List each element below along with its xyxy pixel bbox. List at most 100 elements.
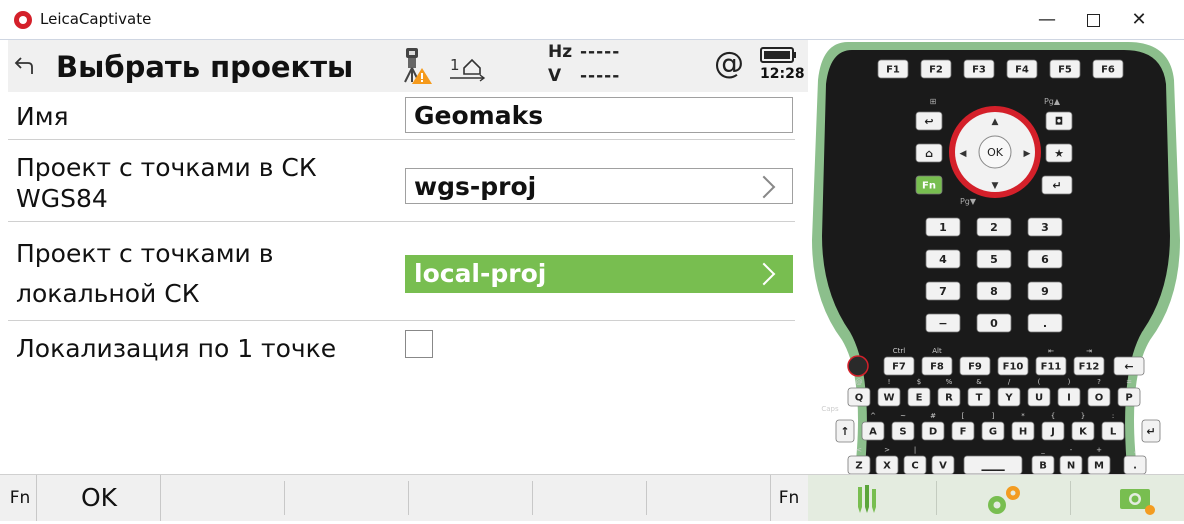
key-p[interactable]: P [1117,387,1141,407]
ok-softkey[interactable]: OK [38,475,161,521]
empty-softkey-5[interactable] [648,481,768,515]
key-s[interactable]: S [891,421,915,441]
key-num-0-2[interactable]: 3 [1027,217,1063,237]
instrument-warning-icon[interactable] [400,46,434,86]
fn-softkey[interactable]: Fn [4,475,37,521]
settings-gears-icon[interactable] [984,483,1024,521]
key-g[interactable]: G [981,421,1005,441]
fn-softkey-right[interactable]: Fn [770,475,807,521]
power-button-icon[interactable] [847,355,869,377]
key-f9[interactable]: F9 [959,356,991,376]
survey-tools-icon[interactable] [852,483,882,519]
onepoint-checkbox[interactable] [405,330,433,358]
key-f1[interactable]: F1 [877,59,909,79]
space-key[interactable]: ▁▁▁ [963,455,1023,475]
key-i[interactable]: I [1057,387,1081,407]
local-project-select[interactable]: local-proj [405,255,793,293]
key-l[interactable]: L [1101,421,1125,441]
key-z[interactable]: Z [847,455,871,475]
battery-icon[interactable] [760,46,798,64]
key-f4[interactable]: F4 [1006,59,1038,79]
station-setup-icon[interactable]: 1 [448,52,488,82]
key-f10[interactable]: F10 [997,356,1029,376]
key-o-label: O [1095,393,1104,404]
key-o[interactable]: O [1087,387,1111,407]
empty-softkey-1[interactable] [162,481,285,515]
close-button[interactable]: ✕ [1116,0,1162,40]
key-j[interactable]: J [1041,421,1065,441]
key-num-3-1[interactable]: 0 [976,313,1012,333]
wgs-project-select[interactable]: wgs-proj [405,168,793,204]
key-f2[interactable]: F2 [920,59,952,79]
key-t[interactable]: T [967,387,991,407]
at-icon[interactable]: @ [714,46,744,81]
key-v[interactable]: V [931,455,955,475]
key-t-label: T [976,393,983,404]
key-k-label: K [1079,427,1088,438]
maximize-button[interactable] [1070,0,1116,40]
key-a[interactable]: A [861,421,885,441]
key-c[interactable]: C [903,455,927,475]
key-num-2-0[interactable]: 7 [925,281,961,301]
key-d[interactable]: D [921,421,945,441]
key-m[interactable]: M [1087,455,1111,475]
hint-g: ] [992,412,995,420]
key-h[interactable]: H [1011,421,1035,441]
key-x[interactable]: X [875,455,899,475]
key-y[interactable]: Y [997,387,1021,407]
key-b[interactable]: B [1031,455,1055,475]
empty-softkey-3[interactable] [410,481,533,515]
key-f11[interactable]: F11 [1035,356,1067,376]
backspace-key[interactable]: ← [1113,356,1145,376]
key-f3[interactable]: F3 [963,59,995,79]
key-e[interactable]: E [907,387,931,407]
back-key[interactable]: ↩ [915,111,943,131]
key-f7[interactable]: F7 [883,356,915,376]
home-key[interactable]: ⌂ [915,143,943,163]
key-num-0-1[interactable]: 2 [976,217,1012,237]
keypad-panel: F1 F2 F3 F4 F5 F6 OK ▲ ▼ ◀ ▶ ↩ ◘ ⌂ ★ Fn ↵ ⊞ Pg▲ Pg▼ 1 2 3 4 5 6 7 8… [808,40,1184,520]
key-num-3-0[interactable]: − [925,313,961,333]
hint-f7: Ctrl [893,347,906,355]
name-field[interactable]: Geomaks [405,97,793,133]
key-num-1-2[interactable]: 6 [1027,249,1063,269]
camera-icon[interactable] [1118,483,1158,521]
shift-key[interactable]: ↑ [835,419,855,443]
hint-p: = [1126,378,1132,386]
page-title: Выбрать проекты [56,50,354,84]
hint-u: ( [1038,378,1041,386]
key-f8-label: F8 [930,362,944,373]
key-f3-label: F3 [972,65,986,76]
empty-softkey-2[interactable] [286,481,409,515]
key-num-1-1[interactable]: 5 [976,249,1012,269]
hint-w: ! [888,378,891,386]
key-f12[interactable]: F12 [1073,356,1105,376]
minimize-button[interactable]: — [1024,0,1070,40]
return-key[interactable]: ↵ [1141,419,1161,443]
hint-b: _ [1040,446,1045,454]
key-num-3-2[interactable]: . [1027,313,1063,333]
empty-softkey-4[interactable] [534,481,647,515]
key-n[interactable]: N [1059,455,1083,475]
key-r[interactable]: R [937,387,961,407]
fn-key[interactable]: Fn [915,175,943,195]
hint-r: % [946,378,953,386]
key-num-2-1[interactable]: 8 [976,281,1012,301]
key-num-0-0[interactable]: 1 [925,217,961,237]
key-f6[interactable]: F6 [1092,59,1124,79]
key-period[interactable]: . [1123,455,1147,475]
key-f[interactable]: F [951,421,975,441]
key-w[interactable]: W [877,387,901,407]
enter-key[interactable]: ↵ [1041,175,1073,195]
key-k[interactable]: K [1071,421,1095,441]
favourites-key[interactable]: ★ [1045,143,1073,163]
key-f8[interactable]: F8 [921,356,953,376]
key-num-1-0[interactable]: 4 [925,249,961,269]
key-x-label: X [883,461,891,472]
key-num-2-2[interactable]: 9 [1027,281,1063,301]
key-q[interactable]: Q [847,387,871,407]
camera-key[interactable]: ◘ [1045,111,1073,131]
key-u[interactable]: U [1027,387,1051,407]
back-icon[interactable] [12,52,40,80]
key-f5[interactable]: F5 [1049,59,1081,79]
